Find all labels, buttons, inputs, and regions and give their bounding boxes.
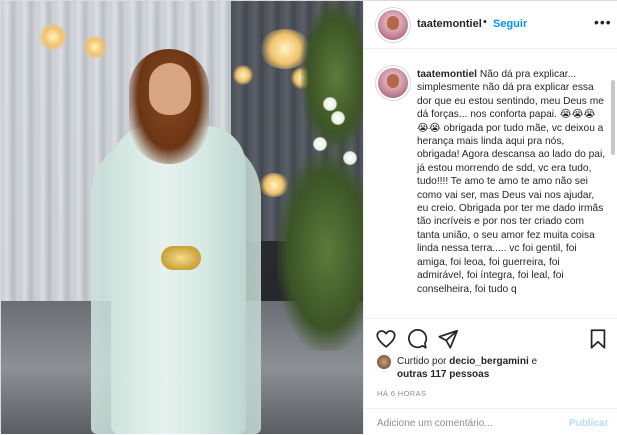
- background-flower: [343, 151, 357, 165]
- likes-summary: Curtido por decio_bergamini e outras 117…: [397, 355, 612, 381]
- post-timestamp[interactable]: HÁ 6 HORAS: [377, 389, 426, 398]
- background-plant: [277, 151, 363, 351]
- caption-scrollbar[interactable]: [611, 80, 615, 155]
- background-flower: [323, 97, 337, 111]
- background-flower: [331, 111, 345, 125]
- bookmark-icon[interactable]: [587, 328, 609, 350]
- publish-button[interactable]: Publicar: [569, 418, 608, 429]
- woman-figure: [91, 41, 261, 434]
- gold-clutch: [161, 246, 201, 270]
- instagram-post-window: taatemontiel • Seguir ••• taatemontiel N…: [0, 0, 617, 434]
- likes-prefix: Curtido por: [397, 356, 447, 367]
- follow-button[interactable]: Seguir: [493, 18, 527, 30]
- caption-text: taatemontiel Não dá pra explicar... simp…: [417, 68, 607, 296]
- post-photo[interactable]: [1, 1, 363, 434]
- comment-input[interactable]: [377, 415, 557, 431]
- dress: [111, 126, 246, 434]
- caption-body: obrigada por tudo mãe, vc deixou a heran…: [417, 122, 606, 295]
- more-options-icon[interactable]: •••: [594, 14, 612, 30]
- post-details-panel: taatemontiel • Seguir ••• taatemontiel N…: [363, 1, 617, 434]
- caption-area[interactable]: taatemontiel Não dá pra explicar... simp…: [364, 50, 617, 318]
- liker-avatar[interactable]: [377, 355, 391, 369]
- separator-dot: •: [483, 16, 487, 28]
- likes-user-link[interactable]: decio_bergamini: [449, 356, 528, 367]
- likes-mid: e: [528, 356, 538, 367]
- author-username[interactable]: taatemontiel: [417, 18, 482, 30]
- comment-icon[interactable]: [406, 328, 428, 350]
- caption-username[interactable]: taatemontiel: [417, 69, 477, 80]
- likes-others-link[interactable]: outras 117 pessoas: [397, 369, 489, 380]
- heart-icon[interactable]: [375, 328, 397, 350]
- lantern-light: [39, 23, 67, 51]
- face: [149, 63, 191, 115]
- share-icon[interactable]: [437, 328, 459, 350]
- background-plant: [301, 1, 363, 151]
- post-header: taatemontiel • Seguir •••: [364, 1, 617, 49]
- author-avatar[interactable]: [378, 10, 408, 40]
- background-flower: [313, 137, 327, 151]
- caption-author-avatar[interactable]: [378, 68, 408, 98]
- comment-bar: Publicar: [364, 408, 617, 435]
- post-actions: Curtido por decio_bergamini e outras 117…: [364, 318, 617, 434]
